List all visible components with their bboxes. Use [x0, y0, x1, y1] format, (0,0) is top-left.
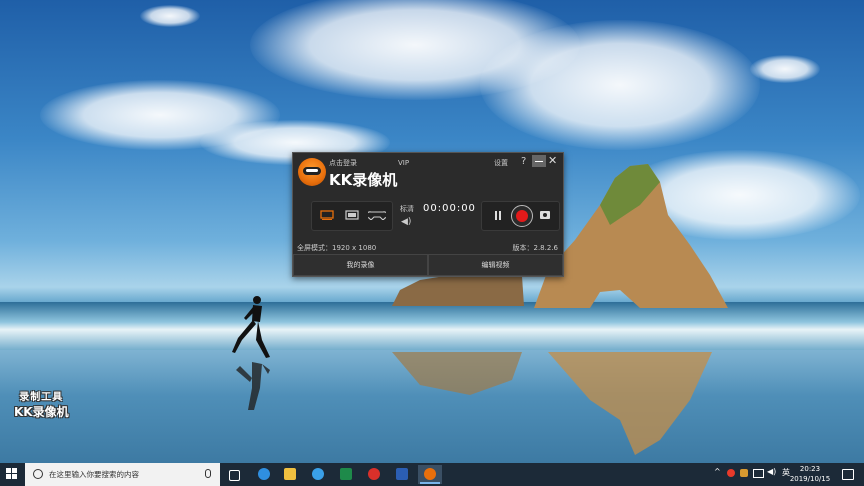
help-button[interactable]: ? — [521, 156, 526, 167]
notification-center-icon[interactable] — [842, 469, 854, 480]
camera-icon[interactable] — [540, 211, 550, 219]
microphone-icon[interactable] — [205, 469, 211, 478]
show-hidden-icons-chevron-icon[interactable]: ^ — [714, 467, 721, 476]
edge-icon — [258, 468, 270, 480]
word-button[interactable] — [390, 465, 414, 484]
watermark-line2: KK录像机 — [14, 405, 69, 419]
fullscreen-mode-icon[interactable] — [345, 210, 359, 220]
watermark: 录制工具 KK录像机 — [14, 388, 69, 420]
system-clock[interactable]: 20:23 2019/10/15 — [786, 464, 834, 484]
clock-time: 20:23 — [799, 465, 821, 473]
tray-app-icon[interactable] — [727, 469, 735, 477]
tray-app-icon[interactable] — [740, 469, 748, 477]
kk-recorder-window: 点击登录 VIP KK录像机 设置 ? ✕ 标清 ◀) 00:00:00 全屏模… — [292, 152, 564, 277]
globe-icon — [312, 468, 324, 480]
game-mode-icon[interactable] — [368, 210, 386, 220]
watermark-line1: 录制工具 — [19, 392, 64, 403]
windows-start-icon[interactable] — [6, 468, 18, 480]
network-app-button[interactable] — [306, 465, 330, 484]
close-button[interactable]: ✕ — [548, 154, 557, 167]
kk-recorder-icon — [424, 468, 436, 480]
record-timer: 00:00:00 — [423, 203, 476, 214]
battery-icon[interactable] — [753, 469, 764, 478]
clock-date: 2019/10/15 — [789, 475, 831, 483]
capture-mode-info: 全屏模式：1920 x 1080 — [297, 244, 377, 252]
settings-button[interactable]: 设置 — [494, 158, 508, 168]
window-mode-icon[interactable] — [320, 210, 334, 220]
word-icon — [396, 468, 408, 480]
quality-selector[interactable]: 标清 — [400, 204, 414, 214]
version-label: 版本：2.8.2.6 — [512, 244, 559, 252]
netease-music-button[interactable] — [362, 465, 386, 484]
pycharm-icon — [340, 468, 352, 480]
taskbar-search-box[interactable]: 在这里输入你要搜索的内容 — [25, 463, 220, 486]
login-link[interactable]: 点击登录 — [329, 158, 357, 168]
kk-logo-icon[interactable] — [298, 158, 326, 186]
folder-icon — [284, 468, 296, 480]
cortana-icon — [33, 469, 43, 479]
record-button[interactable] — [511, 205, 533, 227]
taskbar: 在这里输入你要搜索的内容 ^ ◀) 英 20:23 2019/10/15 — [0, 463, 864, 486]
kk-recorder-taskbar-button[interactable] — [418, 465, 442, 484]
minimize-button[interactable] — [532, 155, 546, 167]
search-placeholder: 在这里输入你要搜索的内容 — [49, 470, 139, 479]
music-icon — [368, 468, 380, 480]
pause-icon[interactable] — [494, 211, 502, 220]
bottom-tabs: 我的录像 编辑视频 — [293, 254, 563, 276]
volume-icon[interactable]: ◀) — [767, 467, 776, 476]
vip-badge[interactable]: VIP — [398, 159, 409, 167]
pycharm-button[interactable] — [334, 465, 358, 484]
record-controls — [481, 201, 560, 231]
file-explorer-button[interactable] — [278, 465, 302, 484]
task-view-icon — [229, 470, 240, 481]
my-recordings-button[interactable]: 我的录像 — [293, 254, 428, 276]
mode-selector — [311, 201, 393, 231]
edit-video-button[interactable]: 编辑视频 — [428, 254, 563, 276]
task-view-button[interactable] — [222, 465, 246, 484]
speaker-icon[interactable]: ◀) — [401, 217, 411, 227]
edge-button[interactable] — [252, 465, 276, 484]
app-title: KK录像机 — [329, 171, 398, 189]
